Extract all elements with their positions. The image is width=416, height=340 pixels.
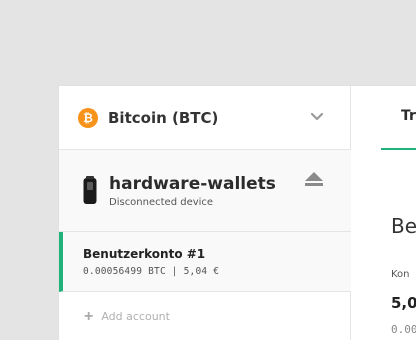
coin-selector[interactable]: ₿ Bitcoin (BTC) (59, 86, 351, 150)
wallet-app-window: ₿ Bitcoin (BTC) hardware-wallets Disconn… (58, 85, 416, 340)
account-name: Benutzerkonto #1 (83, 247, 206, 261)
account-item[interactable]: Benutzerkonto #1 0.00056499 BTC | 5,04 € (59, 232, 351, 292)
tab-label: Tr (401, 108, 416, 124)
device-status: Disconnected device (109, 197, 214, 208)
balance-label: Kon (391, 269, 410, 280)
account-balance: 0.00056499 BTC | 5,04 € (83, 266, 220, 277)
sidebar: ₿ Bitcoin (BTC) hardware-wallets Disconn… (59, 86, 351, 340)
eject-icon[interactable] (305, 172, 323, 186)
chevron-down-icon[interactable] (311, 112, 323, 122)
device-name: hardware-wallets (109, 174, 276, 194)
device-panel: hardware-wallets Disconnected device (59, 150, 351, 232)
add-account-button[interactable]: + Add account (59, 292, 351, 340)
balance-value: 5,0 (391, 294, 416, 312)
coin-name: Bitcoin (BTC) (108, 108, 219, 127)
main-content: Tr Be Kon 5,0 0.00 (351, 86, 416, 340)
balance-subvalue: 0.00 (391, 323, 416, 336)
bitcoin-icon: ₿ (78, 107, 98, 128)
plus-icon: + (84, 307, 94, 325)
page-title: Be (391, 214, 416, 238)
add-account-label: Add account (101, 310, 170, 323)
tab-transactions[interactable]: Tr (381, 86, 416, 150)
hardware-wallet-icon (83, 176, 97, 204)
